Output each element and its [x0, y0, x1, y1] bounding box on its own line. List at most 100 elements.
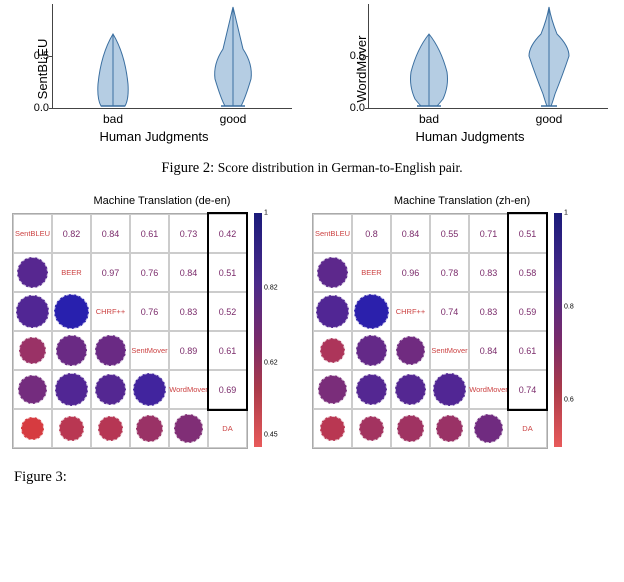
cbar-tick: 0.82 [264, 284, 278, 291]
heatmap-cell [391, 370, 430, 409]
heatmap-cell: 0.97 [91, 253, 130, 292]
correlation-circle [95, 335, 125, 365]
heatmap-cell: WordMover [169, 370, 208, 409]
heatmap-cell [313, 253, 352, 292]
heatmap-cell [91, 370, 130, 409]
heatmap-cell [130, 370, 169, 409]
cbar-tick: 1 [264, 210, 268, 217]
colorbar-left: 1 0.82 0.62 0.45 [254, 213, 262, 447]
heatmap-cell [430, 409, 469, 448]
heatmap-cell: 0.84 [169, 253, 208, 292]
heatmap-cell: 0.61 [508, 331, 547, 370]
cbar-tick: 0.62 [264, 359, 278, 366]
heatmap-cell [352, 370, 391, 409]
correlation-circle [474, 414, 504, 444]
heatmap-cell: SentMover [430, 331, 469, 370]
heatmap-cell: 0.51 [508, 214, 547, 253]
heatmap-cell [313, 409, 352, 448]
correlation-circle [54, 294, 89, 329]
heatmap-cell [391, 409, 430, 448]
tick-mark [49, 56, 53, 57]
heatmap-cell: CHRF++ [91, 292, 130, 331]
heatmap-row: Machine Translation (de-en) SentBLEU0.82… [4, 195, 620, 449]
heatmap-cell [469, 409, 508, 448]
correlation-circle [18, 375, 48, 405]
heatmap-cell: BEER [52, 253, 91, 292]
violin-panel-wordmover: WordMover 0.0 0.5 bad g [330, 4, 610, 134]
violin-shape-good [203, 4, 263, 109]
correlation-circle [436, 415, 463, 442]
xlabel-left: Human Judgments [99, 129, 208, 144]
violin-plots-row: SentBLEU 0.0 0.5 bad go [4, 4, 620, 134]
correlation-circle [21, 417, 43, 439]
heatmap-grid-left: SentBLEU0.820.840.610.730.42BEER0.970.76… [12, 213, 248, 449]
heatmap-cell: 0.61 [130, 214, 169, 253]
cbar-tick: 0.8 [564, 303, 574, 310]
heatmap-cell [352, 331, 391, 370]
heatmap-cell: 0.83 [469, 292, 508, 331]
heatmap-cell: 0.61 [208, 331, 247, 370]
correlation-circle [396, 336, 426, 366]
heatmap-panel-zhen: Machine Translation (zh-en) SentBLEU0.80… [312, 195, 612, 449]
correlation-circle [433, 373, 465, 405]
caption-prefix: Figure 2: [161, 160, 217, 176]
tick-mark [49, 108, 53, 109]
heatmap-cell: 0.84 [391, 214, 430, 253]
heatmap-cell: 0.51 [208, 253, 247, 292]
figure2-caption: Figure 2: Score distribution in German-t… [4, 160, 620, 177]
heatmap-cell [352, 409, 391, 448]
heatmap-cell: 0.84 [469, 331, 508, 370]
heatmap-cell: 0.89 [169, 331, 208, 370]
correlation-circle [16, 295, 48, 327]
ytick-label: 0.0 [339, 102, 365, 114]
correlation-circle [356, 335, 387, 366]
correlation-circle [320, 416, 344, 440]
ytick-label: 0.0 [23, 102, 49, 114]
correlation-circle [98, 416, 122, 440]
plot-area-right: 0.0 0.5 bad good [368, 4, 608, 109]
correlation-circle [397, 415, 423, 441]
heatmap-cell: 0.78 [430, 253, 469, 292]
correlation-circle [320, 338, 345, 363]
correlation-circle [359, 416, 385, 442]
heatmap-cell: SentMover [130, 331, 169, 370]
heatmap-cell [13, 370, 52, 409]
figure3-caption: Figure 3: [14, 469, 610, 486]
correlation-circle [318, 375, 347, 404]
heatmap-cell [52, 292, 91, 331]
correlation-circle [316, 295, 348, 327]
heatmap-cell: BEER [352, 253, 391, 292]
correlation-circle [17, 257, 49, 289]
heatmap-cell: DA [508, 409, 547, 448]
heatmap-cell: 0.82 [52, 214, 91, 253]
xtick-label: good [203, 112, 263, 126]
tick-mark [365, 108, 369, 109]
violin-shape-good [519, 4, 579, 109]
heatmap-cell [130, 409, 169, 448]
tick-mark [365, 56, 369, 57]
correlation-circle [56, 335, 86, 365]
heatmap-cell [13, 331, 52, 370]
heatmap-grid-right: SentBLEU0.80.840.550.710.51BEER0.960.780… [312, 213, 548, 449]
heatmap-cell: 0.52 [208, 292, 247, 331]
ytick-label: 0.5 [23, 50, 49, 62]
heatmap-cell: 0.96 [391, 253, 430, 292]
heatmap-cell: CHRF++ [391, 292, 430, 331]
cbar-tick: 1 [564, 210, 568, 217]
heatmap-cell: 0.42 [208, 214, 247, 253]
heatmap-cell: 0.73 [169, 214, 208, 253]
heatmap-cell: 0.58 [508, 253, 547, 292]
heatmap-cell: DA [208, 409, 247, 448]
correlation-circle [19, 337, 46, 364]
violin-shape-bad [399, 4, 459, 109]
violin-shape-bad [83, 4, 143, 109]
heatmap-cell: SentBLEU [313, 214, 352, 253]
heatmap-body: SentBLEU0.820.840.610.730.42BEER0.970.76… [12, 213, 312, 449]
cbar-tick: 0.45 [264, 432, 278, 439]
heatmap-cell: 0.59 [508, 292, 547, 331]
heatmap-cell: SentBLEU [13, 214, 52, 253]
heatmap-cell [13, 253, 52, 292]
heatmap-cell: 0.55 [430, 214, 469, 253]
ylabel-right: WordMover [354, 36, 369, 103]
correlation-circle [395, 374, 427, 406]
